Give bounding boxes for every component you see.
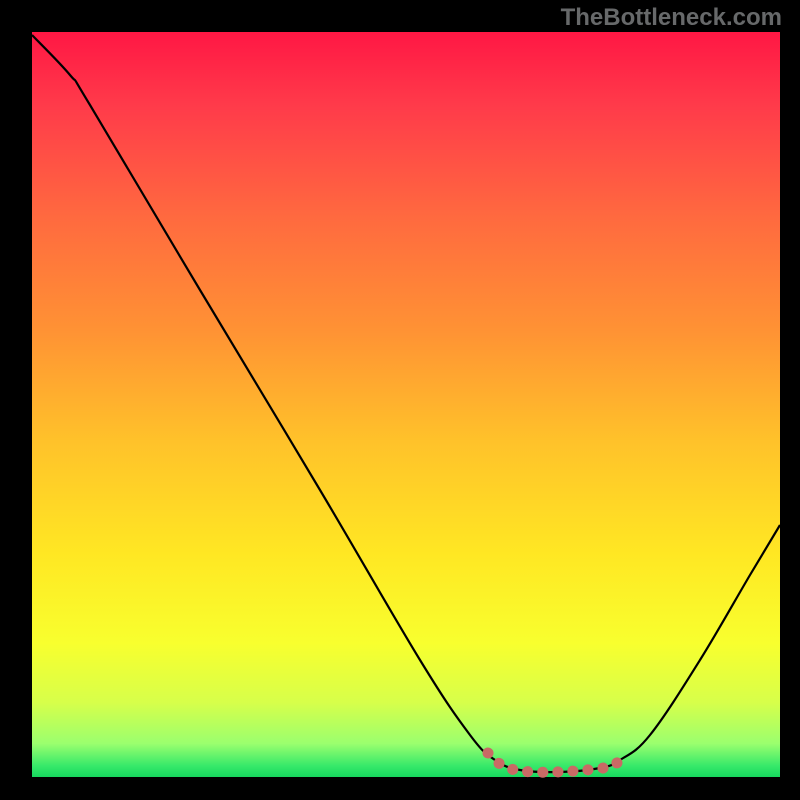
bottleneck-chart: [0, 0, 800, 800]
chart-container: TheBottleneck.com: [0, 0, 800, 800]
plot-background: [32, 32, 780, 777]
watermark-text: TheBottleneck.com: [561, 4, 782, 32]
